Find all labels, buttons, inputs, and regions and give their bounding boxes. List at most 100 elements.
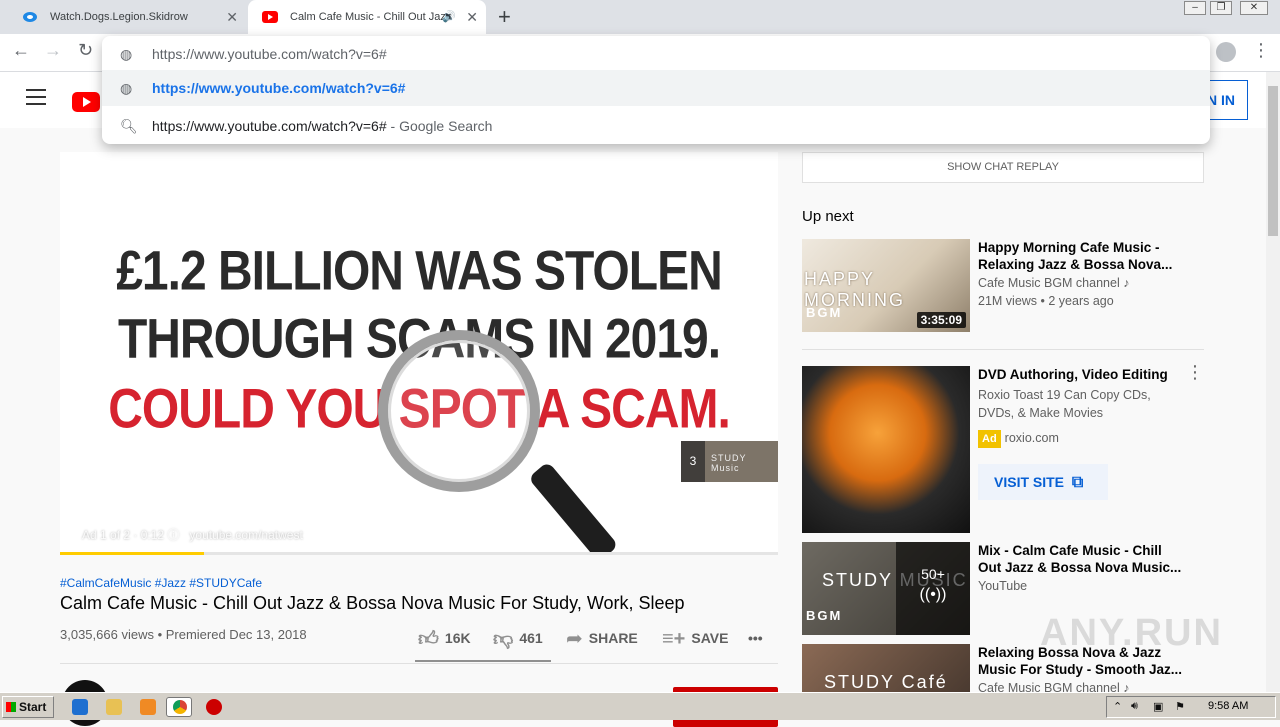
youtube-logo[interactable] [72, 92, 100, 112]
video-thumbnail[interactable]: STUDY Café [802, 644, 970, 692]
ad-badge: Ad [978, 430, 1001, 448]
ad-description: Roxio Toast 19 Can Copy CDs, DVDs, & Mak… [978, 388, 1151, 420]
omnibox-suggestion-search[interactable]: 🔍︎ https://www.youtube.com/watch?v=6# - … [102, 108, 1210, 144]
globe-icon: ◍ [120, 80, 133, 96]
tray-expand-icon[interactable]: ⌃ [1113, 700, 1122, 713]
profile-avatar[interactable] [1216, 42, 1236, 62]
taskbar-clock[interactable]: 9:58 AM [1208, 700, 1248, 712]
external-link-icon: ⧉ [1071, 474, 1084, 491]
speaker-icon[interactable]: 🔊 [442, 0, 456, 34]
visit-site-label: VISIT SITE [994, 474, 1065, 490]
more-actions-button[interactable]: ••• [748, 624, 763, 652]
more-options-icon[interactable]: ⋮ [1186, 363, 1204, 381]
suggestion-url-text: https://www.youtube.com/watch?v=6# [152, 80, 406, 96]
video-title: Calm Cafe Music - Chill Out Jazz & Bossa… [60, 593, 685, 613]
opera-icon[interactable] [206, 699, 222, 715]
thumb-text: STUDY Café [824, 672, 948, 692]
ad-headline-1: £1.2 BILLION WAS STOLEN [116, 241, 723, 302]
show-chat-replay-button[interactable]: SHOW CHAT REPLAY [802, 152, 1204, 183]
playlist-count: 50+ [921, 566, 945, 582]
reload-icon[interactable]: ↻ [78, 40, 93, 61]
like-count: 16K [444, 630, 471, 646]
view-count: 3,035,666 views • Premiered Dec 13, 2018 [60, 627, 307, 642]
tab-watch-dogs[interactable]: Watch.Dogs.Legion.Skidrow ✕ [8, 0, 246, 34]
globe-icon [23, 12, 37, 22]
dislike-button[interactable]: 👎︎ 461 [493, 624, 543, 652]
visit-site-button[interactable]: VISIT SITE ⧉ [978, 464, 1108, 500]
thumbs-up-icon: 👍︎ [418, 628, 439, 651]
globe-icon: ◍ [120, 46, 133, 62]
ad-url[interactable]: youtube.com/natwest [189, 528, 302, 542]
network-icon[interactable]: ▣ [1153, 700, 1163, 713]
share-label: SHARE [588, 630, 638, 646]
close-icon[interactable]: ✕ [226, 0, 238, 34]
ad-title[interactable]: DVD Authoring, Video Editing [978, 366, 1184, 383]
video-meta: 21M views • 2 years ago [978, 294, 1114, 308]
windows-taskbar: Start ⌃ 🔊︎ ▣ ⚑ 9:58 AM [0, 692, 1280, 720]
live-mix-icon: ((•)) [919, 586, 947, 603]
ad-counter: Ad 1 of 2 · 0:12 ⓘ [82, 528, 180, 542]
scrollbar-thumb[interactable] [1268, 86, 1278, 236]
search-suffix: - Google Search [386, 118, 493, 134]
internet-explorer-icon[interactable] [72, 699, 88, 715]
divider [60, 663, 778, 664]
playlist-overlay: 50+ ((•)) [896, 542, 970, 635]
new-tab-button[interactable]: + [498, 4, 511, 30]
thumb-sub: BGM [806, 305, 843, 320]
thumb-sub: BGM [806, 608, 843, 623]
maximize-button[interactable]: ❐ [1210, 1, 1232, 15]
video-title[interactable]: Happy Morning Cafe Music - Relaxing Jazz… [978, 239, 1184, 273]
page-scrollbar[interactable] [1266, 72, 1280, 692]
omnibox-suggestion-url[interactable]: ◍ https://www.youtube.com/watch?v=6# [102, 70, 1210, 106]
media-player-icon[interactable] [140, 699, 156, 715]
progress-bar [60, 552, 204, 555]
tab-strip: Watch.Dogs.Legion.Skidrow ✕ Calm Cafe Mu… [0, 0, 1280, 34]
magnifying-glass-icon [378, 330, 540, 492]
chrome-menu-icon[interactable]: ⋮ [1252, 40, 1270, 61]
video-hashtags[interactable]: #CalmCafeMusic #Jazz #STUDYCafe [60, 576, 262, 590]
back-icon[interactable]: ← [12, 40, 30, 61]
up-next-heading: Up next [802, 208, 854, 225]
youtube-icon [262, 11, 278, 23]
save-label: SAVE [691, 630, 729, 646]
next-count: 3 [681, 441, 705, 482]
folder-icon[interactable] [106, 699, 122, 715]
channel-name[interactable]: YouTube [978, 577, 1027, 595]
save-button[interactable]: ≡+ SAVE [662, 624, 728, 652]
hamburger-menu-icon[interactable] [26, 89, 46, 105]
ad-advertiser-row: Ad roxio.com [978, 429, 1059, 448]
like-ratio-bar [415, 660, 551, 662]
video-player[interactable]: £1.2 BILLION WAS STOLEN THROUGH SCAMS IN… [60, 152, 778, 555]
video-thumbnail[interactable]: HAPPY MORNING BGM 3:35:09 [802, 239, 970, 332]
next-video-preview[interactable]: 3 STUDY Music [681, 441, 778, 482]
share-button[interactable]: ➦ SHARE [566, 624, 638, 652]
omnibox-dropdown: ◍ https://www.youtube.com/watch?v=6# ◍ h… [102, 36, 1210, 144]
start-button[interactable]: Start [2, 696, 54, 718]
chrome-icon [173, 700, 187, 714]
magnifier-handle [528, 461, 619, 555]
minimize-button[interactable]: – [1184, 1, 1206, 15]
ad-thumbnail[interactable] [802, 366, 970, 533]
divider [802, 349, 1204, 350]
ad-info: Ad 1 of 2 · 0:12 ⓘ youtube.com/natwest [82, 526, 303, 543]
tab-title: Watch.Dogs.Legion.Skidrow [50, 11, 188, 23]
video-title[interactable]: Mix - Calm Cafe Music - Chill Out Jazz &… [978, 542, 1184, 576]
advertiser: roxio.com [1004, 431, 1059, 445]
thumbs-down-icon: 👎︎ [493, 628, 514, 651]
duration-badge: 3:35:09 [916, 312, 966, 328]
forward-icon[interactable]: → [44, 40, 62, 61]
like-button[interactable]: 👍︎ 16K [418, 624, 471, 652]
flag-icon[interactable]: ⚑ [1175, 700, 1185, 713]
dislike-count: 461 [519, 630, 543, 646]
search-query-text: https://www.youtube.com/watch?v=6# [152, 118, 387, 134]
channel-name[interactable]: Cafe Music BGM channel ♪ [978, 274, 1129, 292]
tab-calm-cafe-music[interactable]: Calm Cafe Music - Chill Out Jazz 🔊 ✕ [248, 0, 486, 34]
system-tray: ⌃ 🔊︎ ▣ ⚑ [1106, 696, 1276, 718]
playlist-add-icon: ≡+ [662, 628, 686, 651]
address-bar-input[interactable]: ◍ https://www.youtube.com/watch?v=6# [102, 36, 1210, 72]
close-icon[interactable]: ✕ [466, 0, 478, 34]
mix-thumbnail[interactable]: STUDY MUSIC BGM 50+ ((•)) [802, 542, 970, 635]
volume-icon[interactable]: 🔊︎ [1131, 700, 1138, 713]
window-close-button[interactable]: ✕ [1240, 1, 1268, 15]
chrome-taskbar-button[interactable] [166, 697, 192, 717]
